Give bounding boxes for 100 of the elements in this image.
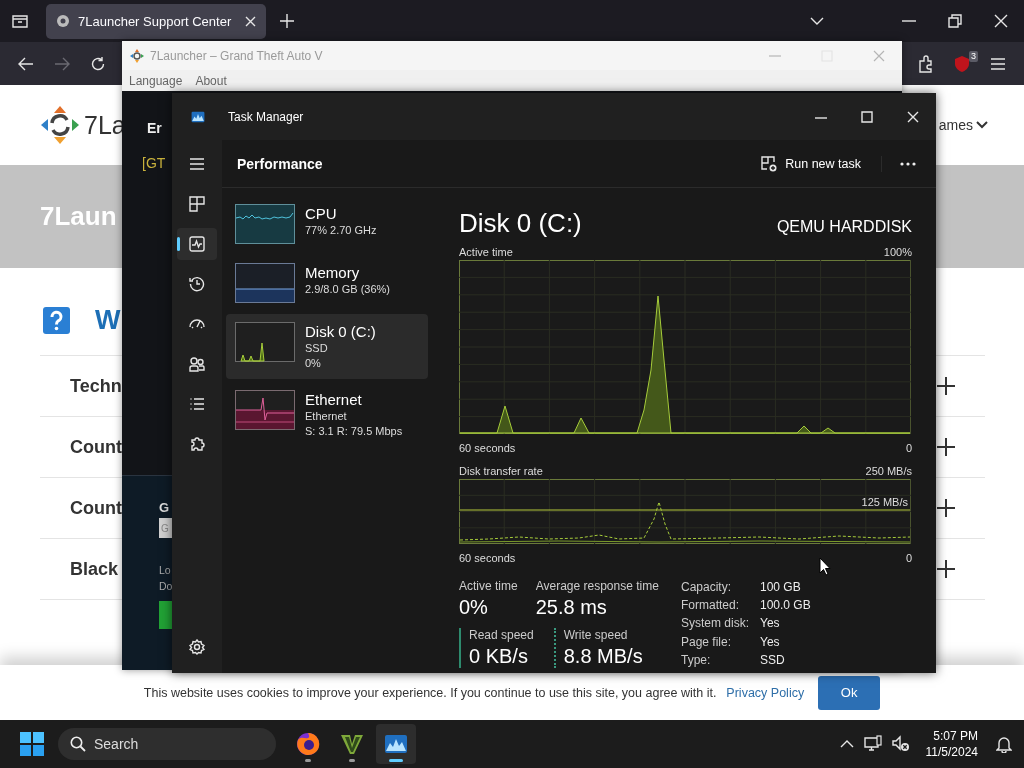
question-mark-icon xyxy=(43,306,70,334)
taskbar-app[interactable] xyxy=(376,724,416,764)
puzzle-piece-icon[interactable] xyxy=(918,54,934,73)
more-icon[interactable] xyxy=(900,161,916,166)
faq-question[interactable]: Count xyxy=(70,436,122,458)
faq-question[interactable]: Techn xyxy=(70,375,122,397)
privacy-policy-link[interactable]: Privacy Policy xyxy=(726,685,805,700)
app-icon xyxy=(190,109,206,124)
window-title: Task Manager xyxy=(228,109,305,124)
disk-graph-drawing xyxy=(235,322,295,362)
menu-item[interactable]: About xyxy=(195,73,227,88)
run-new-task-button[interactable]: Run new task xyxy=(755,151,867,176)
stat-value: 0% xyxy=(459,596,489,619)
chevron-down-icon xyxy=(976,120,988,130)
axis-min-label: 0 xyxy=(905,551,912,565)
stat-value: 0 KB/s xyxy=(469,645,529,668)
graph-window-icon xyxy=(384,732,408,756)
disk-title: Disk 0 (C:) xyxy=(459,208,582,239)
plus-icon[interactable] xyxy=(937,438,955,456)
page-title: Performance xyxy=(237,155,324,172)
tab-list-icon xyxy=(11,13,29,29)
resource-name: Ethernet xyxy=(305,390,363,409)
puzzle-piece-icon xyxy=(189,436,205,452)
clock-time[interactable]: 5:07 PM xyxy=(933,728,978,744)
stat-label: Write speed xyxy=(563,628,629,642)
resource-item[interactable]: Disk 0 (C:) SSD 0% xyxy=(226,314,428,379)
count-badge: 3 xyxy=(969,50,978,62)
stat-label: Active time xyxy=(459,579,518,593)
nav-link[interactable]: ames xyxy=(938,117,973,133)
settings-icon xyxy=(189,639,205,655)
maximize-icon[interactable] xyxy=(861,110,873,123)
stat-value: 8.8 MB/s xyxy=(563,645,643,668)
start-icon[interactable] xyxy=(20,732,44,756)
close-icon xyxy=(245,15,256,27)
stat-label: Read speed xyxy=(469,628,534,642)
resource-detail: 77% 2.70 GHz xyxy=(305,223,377,238)
mouse-pointer-icon xyxy=(819,557,831,576)
plus-icon[interactable] xyxy=(937,499,955,517)
clock-date[interactable]: 11/5/2024 xyxy=(925,744,978,760)
property-label: Formatted: xyxy=(681,597,741,614)
ok-button[interactable]: Ok xyxy=(818,675,881,710)
new-tab-icon[interactable] xyxy=(280,14,294,28)
resource-detail: Ethernet xyxy=(305,409,348,424)
cookie-notice: This website uses cookies to improve your experience. If you continue to use this site, you agree with it. xyxy=(143,685,717,700)
faq-question[interactable]: Count xyxy=(70,497,122,519)
forward-arrow-icon[interactable] xyxy=(54,56,70,71)
property-label: Page file: xyxy=(681,633,733,650)
property-value: 100.0 GB xyxy=(760,597,811,614)
muted-speaker-icon[interactable] xyxy=(891,735,910,753)
menu-icon[interactable] xyxy=(990,56,1006,71)
axis-min-label: 0 xyxy=(905,441,912,455)
resource-name: CPU xyxy=(305,204,338,223)
menu-item[interactable]: Language xyxy=(129,73,183,88)
stat-value: 25.8 ms xyxy=(535,596,608,619)
plus-icon[interactable] xyxy=(937,560,955,578)
nav-button[interactable] xyxy=(177,228,217,260)
status-text: Do xyxy=(159,579,173,594)
back-arrow-icon[interactable] xyxy=(18,56,34,71)
resource-item[interactable]: CPU 77% 2.70 GHz xyxy=(226,196,428,252)
graph-label: Active time xyxy=(459,245,513,259)
resource-item[interactable]: Memory 2.9/8.0 GB (36%) xyxy=(226,255,428,311)
property-value: Yes xyxy=(760,633,781,650)
search-icon xyxy=(70,736,86,752)
cpu-graph-drawing xyxy=(235,204,295,244)
restore-icon[interactable] xyxy=(948,14,962,28)
reload-icon[interactable] xyxy=(90,55,106,72)
list-icon xyxy=(189,396,205,412)
axis-mid-label: 125 MB/s xyxy=(861,496,908,508)
network-icon[interactable] xyxy=(863,735,882,753)
resource-detail: SSD xyxy=(305,341,329,356)
log-line: [GT xyxy=(142,155,166,171)
property-label: Capacity: xyxy=(681,579,733,596)
axis-max-label: 100% xyxy=(883,245,912,259)
resource-name: Disk 0 (C:) xyxy=(305,322,376,341)
plus-icon[interactable] xyxy=(937,377,955,395)
bell-icon[interactable] xyxy=(996,735,1012,753)
browser-tab[interactable]: 7Launcher Support Center xyxy=(46,3,266,39)
property-value: 100 GB xyxy=(760,579,802,596)
letter-v-icon xyxy=(340,732,364,756)
disk-model: QEMU HARDDISK xyxy=(776,218,912,236)
status-text: Lo xyxy=(159,563,171,578)
resource-detail: 2.9/8.0 GB (36%) xyxy=(305,282,390,297)
resource-detail: S: 3.1 R: 79.5 Mbps xyxy=(305,424,403,439)
property-label: Type: xyxy=(681,651,712,668)
resource-detail: 0% xyxy=(305,356,322,371)
search-field[interactable]: Search xyxy=(58,728,276,760)
users-icon xyxy=(189,356,205,372)
property-value: Yes xyxy=(760,615,781,632)
property-value: SSD xyxy=(760,651,786,668)
heading: Er xyxy=(147,120,162,136)
faq-question[interactable]: Black xyxy=(70,558,119,580)
logo-icon xyxy=(40,105,80,145)
stat-label: Average response time xyxy=(535,579,659,593)
resource-item[interactable]: Ethernet Ethernet S: 3.1 R: 79.5 Mbps xyxy=(226,382,428,447)
logo-icon xyxy=(130,48,144,63)
resource-name: Memory xyxy=(305,263,361,282)
window-title: 7Launcher – Grand Theft Auto V xyxy=(150,48,324,63)
group-label: G xyxy=(159,500,170,515)
hero-title: 7Laun xyxy=(40,201,117,232)
graph-label: Disk transfer rate xyxy=(459,464,543,478)
